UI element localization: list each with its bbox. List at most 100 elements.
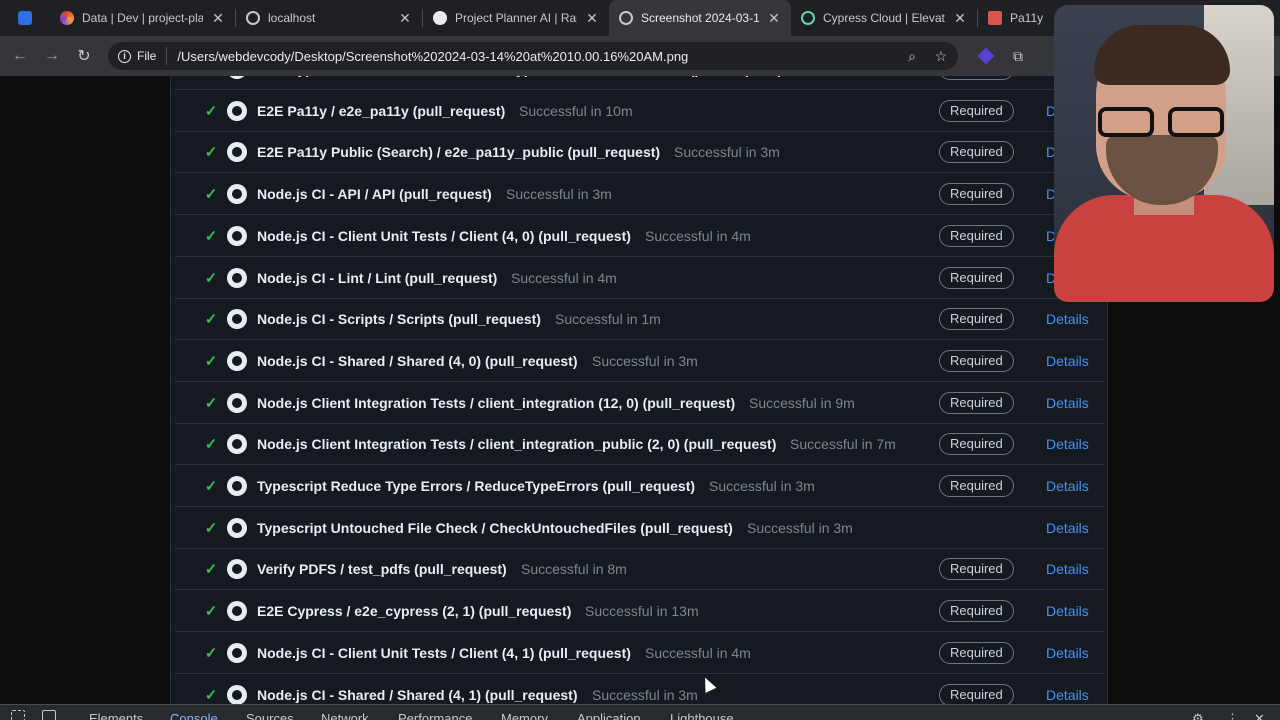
- check-row: ✓ Node.js CI - Shared / Shared (4, 1) (pu…: [175, 674, 1105, 704]
- close-icon[interactable]: ✕: [398, 10, 412, 27]
- device-toolbar-icon[interactable]: [42, 710, 56, 720]
- checkmark-icon: ✓: [204, 269, 218, 287]
- required-badge: Required: [939, 99, 1014, 122]
- info-icon: i: [118, 49, 131, 63]
- back-icon[interactable]: ←: [4, 40, 36, 72]
- check-name: Node.js CI - Shared / Shared (4, 0) (pul…: [257, 352, 578, 369]
- pa11y-icon: [988, 11, 1002, 25]
- devtools-tab-application[interactable]: Application: [577, 711, 641, 720]
- details-link[interactable]: Details: [1046, 561, 1089, 577]
- check-name: Verify PDFS / test_pdfs (pull_request): [257, 560, 507, 577]
- github-icon: [227, 684, 247, 704]
- site-info-chip[interactable]: i File: [116, 47, 168, 65]
- tab-title: Project Planner AI | Railw: [455, 11, 577, 25]
- url-text: /Users/webdevcody/Desktop/Screenshot%202…: [177, 48, 689, 64]
- required-badge: Required: [939, 182, 1014, 205]
- github-icon: [227, 267, 247, 288]
- devtools-tab-performance[interactable]: Performance: [398, 711, 472, 720]
- devtools-tab-lighthouse[interactable]: Lighthouse: [670, 711, 734, 720]
- check-name: Node.js CI - API / API (pull_request): [257, 185, 492, 202]
- check-row: ✓ Node.js Client Integration Tests / clie…: [175, 423, 1105, 465]
- extensions-puzzle-icon[interactable]: ⧉: [1006, 44, 1030, 68]
- tab-title: Screenshot 2024-03-14: [641, 11, 759, 25]
- close-icon[interactable]: ✕: [211, 10, 225, 27]
- check-status: Successful in 4m: [645, 227, 751, 244]
- browser-tab-screenshot[interactable]: Screenshot 2024-03-14 ✕: [609, 0, 791, 36]
- devtools-tab-memory[interactable]: Memory: [501, 711, 548, 720]
- check-name: Node.js CI - Client Unit Tests / Client …: [257, 644, 631, 661]
- checkmark-icon: ✓: [204, 477, 218, 495]
- close-icon[interactable]: ✕: [767, 10, 781, 27]
- browser-tab-data-dev[interactable]: Data | Dev | project-plann ✕: [50, 0, 235, 36]
- check-row: ✓ Node.js CI - Client Unit Tests / Client…: [175, 215, 1105, 257]
- github-icon: [227, 141, 247, 162]
- tab-title: localhost: [268, 11, 316, 25]
- github-icon: [227, 183, 247, 204]
- check-row: ✓ E2E Pa11y / e2e_pa11y (pull_request) Suc…: [175, 90, 1105, 132]
- check-status: Successful in 1m: [555, 310, 661, 327]
- details-link[interactable]: Details: [1046, 687, 1089, 703]
- close-devtools-icon[interactable]: ✕: [1254, 711, 1265, 720]
- details-link[interactable]: Details: [1046, 520, 1089, 536]
- reload-icon[interactable]: ↻: [68, 40, 100, 72]
- devtools-tab-network[interactable]: Network: [321, 711, 369, 720]
- check-status: Successful in 4m: [511, 269, 617, 286]
- check-name: E2E Pa11y / e2e_pa11y (pull_request): [257, 102, 506, 119]
- pinned-tab[interactable]: [0, 0, 50, 36]
- github-icon: [227, 600, 247, 621]
- browser-tab-localhost[interactable]: localhost ✕: [236, 0, 422, 36]
- webcam-overlay: [1054, 5, 1274, 302]
- check-name: E2E Cypress / e2e_cypress (2, 1) (pull_r…: [257, 602, 572, 619]
- close-icon[interactable]: ✕: [953, 10, 967, 27]
- check-status: Successful in 8m: [521, 560, 627, 577]
- extension-icon[interactable]: [974, 44, 998, 68]
- close-icon[interactable]: ✕: [585, 10, 599, 27]
- bookmark-star-icon[interactable]: ☆: [929, 44, 953, 68]
- forward-icon[interactable]: →: [36, 40, 68, 72]
- details-link[interactable]: Details: [1046, 436, 1089, 452]
- checkmark-icon: ✓: [204, 352, 218, 370]
- checkmark-icon: ✓: [204, 310, 218, 328]
- required-badge: Required: [939, 224, 1014, 247]
- github-icon: [227, 350, 247, 371]
- details-link[interactable]: Details: [1046, 603, 1089, 619]
- details-link[interactable]: Details: [1046, 311, 1089, 327]
- required-badge: Required: [939, 599, 1014, 622]
- checkmark-icon: ✓: [204, 602, 218, 620]
- zoom-icon[interactable]: ⌕: [900, 44, 924, 68]
- checkmark-icon: ✓: [203, 76, 219, 78]
- check-name: Node.js Client Integration Tests / clien…: [257, 435, 777, 452]
- details-link[interactable]: Details: [1046, 645, 1089, 661]
- address-bar[interactable]: i File /Users/webdevcody/Desktop/Screens…: [108, 42, 958, 70]
- details-link[interactable]: Details: [1046, 353, 1089, 369]
- devtools-tab-elements[interactable]: Elements: [89, 711, 143, 720]
- browser-tab-cypress[interactable]: Cypress Cloud | Elevated ✕: [791, 0, 977, 36]
- required-badge: Required: [939, 432, 1014, 455]
- details-link[interactable]: Details: [1046, 478, 1089, 494]
- github-icon: [227, 225, 247, 246]
- devtools-tab-bar: Elements Console Sources Network Perform…: [0, 704, 1280, 720]
- devtools-tab-sources[interactable]: Sources: [246, 711, 294, 720]
- check-name: E2E Pa11y Public (Search) / e2e_pa11y_pu…: [257, 143, 661, 160]
- browser-tab-project-planner[interactable]: Project Planner AI | Railw ✕: [423, 0, 609, 36]
- more-options-icon[interactable]: ⋮: [1226, 711, 1239, 720]
- check-status: Successful in 4m: [645, 644, 751, 661]
- checkmark-icon: ✓: [204, 686, 218, 704]
- github-icon: [227, 392, 247, 413]
- check-name: Typescript Reduce Type Errors / ReduceTy…: [257, 477, 696, 494]
- check-status: Successful in 10m: [519, 102, 633, 119]
- settings-gear-icon[interactable]: ⚙: [1192, 711, 1204, 720]
- required-badge: Required: [939, 683, 1014, 704]
- check-row: ✓ Typescript Reduce Type Errors / ReduceT…: [175, 465, 1105, 507]
- check-row: ✓ Node.js CI - Lint / Lint (pull_request)…: [175, 257, 1105, 299]
- app-icon: [18, 11, 32, 25]
- check-row: ✓ E2E Cypress / e2e_cypress (2, 1) (pull_…: [175, 590, 1105, 632]
- details-link[interactable]: Details: [1046, 395, 1089, 411]
- required-badge: Required: [939, 474, 1014, 497]
- github-icon: [227, 517, 247, 538]
- inspect-element-icon[interactable]: [11, 710, 25, 720]
- required-badge: Required: [939, 307, 1014, 330]
- devtools-tab-console[interactable]: Console: [170, 711, 218, 720]
- github-icon: [227, 100, 247, 121]
- checkmark-icon: ✓: [204, 102, 218, 120]
